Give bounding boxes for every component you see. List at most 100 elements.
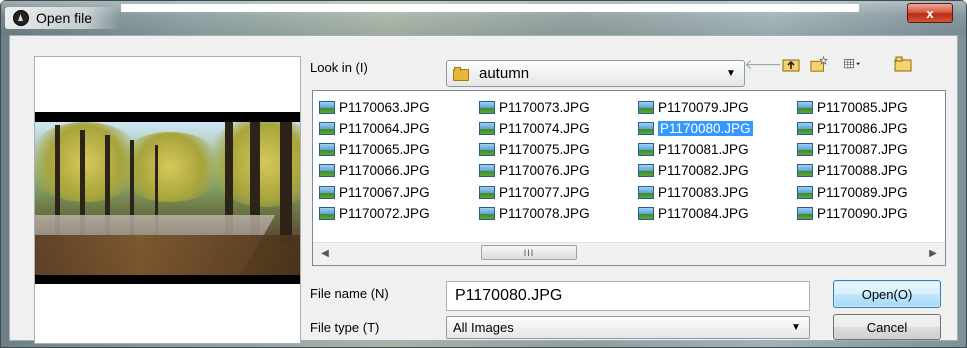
file-item[interactable]: P1170074.JPG — [479, 119, 590, 137]
file-item[interactable]: P1170077.JPG — [479, 183, 590, 201]
scroll-thumb[interactable]: III — [481, 245, 577, 260]
image-file-icon — [797, 142, 813, 156]
file-item[interactable]: P1170079.JPG — [638, 98, 749, 116]
file-item[interactable]: P1170089.JPG — [797, 183, 908, 201]
file-item[interactable]: P1170080.JPG — [638, 119, 753, 137]
file-name: P1170066.JPG — [339, 162, 430, 178]
image-file-icon — [479, 185, 495, 199]
file-item[interactable]: P1170082.JPG — [638, 161, 749, 179]
image-file-icon — [479, 163, 495, 177]
file-name: P1170064.JPG — [339, 120, 430, 136]
file-name: P1170082.JPG — [658, 162, 749, 178]
scroll-right-icon[interactable]: ▶ — [925, 245, 941, 261]
chevron-down-icon: ▼ — [791, 322, 801, 333]
image-file-icon — [319, 100, 335, 114]
image-file-icon — [638, 142, 654, 156]
file-item[interactable]: P1170076.JPG — [479, 161, 590, 179]
file-name: P1170072.JPG — [339, 205, 430, 221]
file-name: P1170090.JPG — [817, 205, 908, 221]
preview-photo — [35, 122, 300, 275]
look-in-value: autumn — [479, 65, 530, 82]
file-name: P1170085.JPG — [817, 99, 908, 115]
file-name: P1170084.JPG — [658, 205, 749, 221]
file-name: P1170089.JPG — [817, 184, 908, 200]
image-file-icon — [319, 163, 335, 177]
image-preview-panel — [34, 56, 301, 344]
file-name: P1170073.JPG — [499, 99, 590, 115]
file-type-value: All Images — [453, 320, 514, 335]
file-item[interactable]: P1170073.JPG — [479, 98, 590, 116]
file-item[interactable]: P1170065.JPG — [319, 140, 430, 158]
file-type-label: File type (T) — [310, 320, 380, 335]
file-item[interactable]: P1170084.JPG — [638, 204, 749, 222]
file-type-dropdown[interactable]: All Images ▼ — [446, 316, 810, 339]
file-name: P1170081.JPG — [658, 141, 749, 157]
look-in-label: Look in (I) — [310, 60, 368, 75]
file-name: P1170088.JPG — [817, 162, 908, 178]
file-item[interactable]: P1170081.JPG — [638, 140, 749, 158]
title-area: Open file — [5, 7, 121, 29]
look-in-dropdown[interactable]: autumn ▼ — [446, 60, 745, 87]
file-item[interactable]: P1170064.JPG — [319, 119, 430, 137]
image-file-icon — [638, 206, 654, 220]
file-name: P1170075.JPG — [499, 141, 590, 157]
folder-icon — [453, 66, 469, 81]
file-item[interactable]: P1170078.JPG — [479, 204, 590, 222]
file-name-label: File name (N) — [310, 286, 389, 301]
file-name: P1170076.JPG — [499, 162, 590, 178]
file-name: P1170080.JPG — [658, 120, 753, 136]
file-item[interactable]: P1170066.JPG — [319, 161, 430, 179]
file-item[interactable]: P1170075.JPG — [479, 140, 590, 158]
dialog-body: Look in (I) autumn ▼ 🡐 ◀ III ▶ P1170063.… — [9, 35, 958, 344]
window-title: Open file — [36, 10, 93, 26]
image-file-icon — [479, 142, 495, 156]
image-preview — [35, 112, 300, 284]
open-file-dialog: Open file x Look in (I) autumn ▼ 🡐 ◀ III… — [0, 0, 967, 348]
file-name: P1170078.JPG — [499, 205, 590, 221]
image-file-icon — [319, 142, 335, 156]
file-name: P1170077.JPG — [499, 184, 590, 200]
scroll-left-icon[interactable]: ◀ — [317, 245, 333, 261]
file-name: P1170063.JPG — [339, 99, 430, 115]
file-list[interactable]: ◀ III ▶ P1170063.JPG P1170064.JPG P1170065… — [312, 90, 946, 266]
image-file-icon — [479, 121, 495, 135]
view-menu-icon[interactable] — [844, 55, 862, 73]
file-item[interactable]: P1170063.JPG — [319, 98, 430, 116]
open-button[interactable]: Open(O) — [833, 280, 941, 308]
chevron-down-icon: ▼ — [726, 68, 736, 79]
file-item[interactable]: P1170086.JPG — [797, 119, 908, 137]
image-file-icon — [319, 121, 335, 135]
file-name: P1170086.JPG — [817, 120, 908, 136]
file-name-input[interactable] — [446, 281, 810, 311]
file-item[interactable]: P1170088.JPG — [797, 161, 908, 179]
image-file-icon — [797, 100, 813, 114]
horizontal-scrollbar[interactable]: ◀ III ▶ — [313, 242, 945, 265]
recent-folder-icon[interactable] — [894, 55, 912, 73]
file-item[interactable]: P1170085.JPG — [797, 98, 908, 116]
image-file-icon — [638, 185, 654, 199]
file-item[interactable]: P1170067.JPG — [319, 183, 430, 201]
file-item[interactable]: P1170083.JPG — [638, 183, 749, 201]
title-bar: Open file x — [1, 1, 966, 35]
back-arrow-icon[interactable]: 🡐 — [744, 55, 782, 73]
cancel-button[interactable]: Cancel — [833, 314, 941, 340]
image-file-icon — [319, 185, 335, 199]
file-item[interactable]: P1170087.JPG — [797, 140, 908, 158]
file-name: P1170079.JPG — [658, 99, 749, 115]
image-file-icon — [797, 206, 813, 220]
image-file-icon — [479, 100, 495, 114]
up-folder-icon[interactable] — [782, 55, 800, 73]
image-file-icon — [797, 185, 813, 199]
file-item[interactable]: P1170090.JPG — [797, 204, 908, 222]
file-item[interactable]: P1170072.JPG — [319, 204, 430, 222]
image-file-icon — [479, 206, 495, 220]
file-name: P1170065.JPG — [339, 141, 430, 157]
file-name: P1170067.JPG — [339, 184, 430, 200]
image-file-icon — [638, 100, 654, 114]
image-file-icon — [638, 163, 654, 177]
close-button[interactable]: x — [907, 3, 953, 23]
new-folder-icon[interactable] — [810, 55, 828, 73]
file-name: P1170074.JPG — [499, 120, 590, 136]
image-file-icon — [638, 121, 654, 135]
app-icon — [13, 10, 29, 26]
